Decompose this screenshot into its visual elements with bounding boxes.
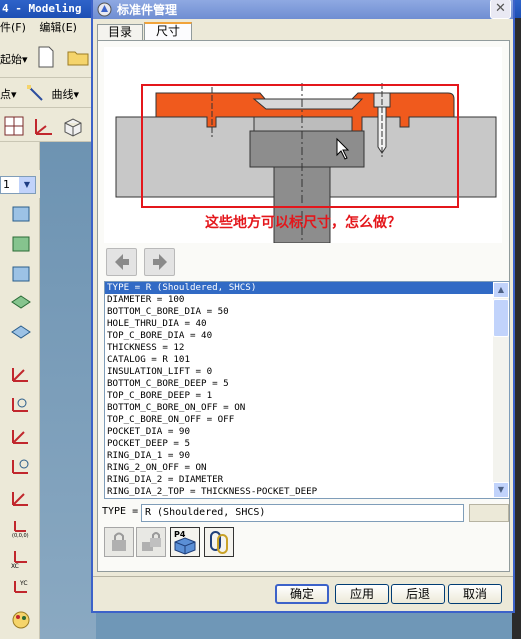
close-icon: ✕ [495,1,506,16]
layer-combo-value: 1 [3,178,10,191]
list-item[interactable]: RING_DIA_2_TOP = THICKNESS-POCKET_DEEP [105,486,493,498]
part-p4-button[interactable]: P4 [170,527,200,557]
wcs-yc-icon[interactable]: YC [10,578,32,598]
list-item[interactable]: TOP_C_BORE_DEEP = 1 [105,390,493,402]
new-file-icon[interactable] [37,46,55,68]
chevron-down-icon: ▼ [497,485,505,494]
ok-button[interactable]: 确定 [275,584,329,604]
app-left-toolbar: (0,0,0) XC YC [0,142,40,639]
wcs-origin-icon[interactable] [10,364,32,384]
list-item[interactable]: THICKNESS = 12 [105,342,493,354]
list-item[interactable]: RING_DIA_2 = DIAMETER [105,474,493,486]
palette-icon[interactable] [10,610,32,630]
list-item[interactable]: BOTTOM_C_BORE_ON_OFF = ON [105,402,493,414]
svg-text:YC: YC [19,580,28,587]
previous-view-button[interactable] [106,248,137,276]
wcs-orient-icon[interactable] [10,456,32,476]
app-toolbar-standard: 起始▾ [0,38,96,78]
tab-panel-size: 这些地方可以标尺寸，怎么做？ TYPE = R (Shouldered, SHC… [97,40,510,572]
part-diagram: 这些地方可以标尺寸，怎么做？ [104,47,502,244]
wcs-icon[interactable] [32,116,56,138]
list-item[interactable]: TOP_C_BORE_ON_OFF = OFF [105,414,493,426]
list-item[interactable]: DIAMETER = 100 [105,294,493,306]
lock-all-button[interactable] [136,527,166,557]
list-item[interactable]: HOLE_THRU_DIA = 40 [105,318,493,330]
lock-button[interactable] [104,527,134,557]
tab-catalog[interactable]: 目录 [97,24,143,41]
lock-icon [112,532,126,551]
wcs-dynamics-icon[interactable] [10,394,32,414]
layers-icon[interactable] [10,264,32,284]
layer-combo[interactable]: 1 ▼ [0,176,36,194]
wcs-axis-icon[interactable] [10,488,32,508]
app-toolbar-curve: 点▾ 曲线▾ [0,78,96,108]
layers-icon[interactable] [10,294,32,314]
svg-text:(0,0,0): (0,0,0) [12,533,29,538]
list-item[interactable]: POCKET_DEEP = 5 [105,438,493,450]
tab-size[interactable]: 尺寸 [144,22,192,41]
scroll-down-button[interactable]: ▼ [493,482,509,498]
wcs-origin-coords-icon[interactable]: (0,0,0) [10,518,32,538]
app-toolbar-view [0,108,96,142]
scroll-up-button[interactable]: ▲ [493,282,509,298]
list-item[interactable]: BOTTOM_C_BORE_DEEP = 5 [105,378,493,390]
dialog-title-bar[interactable]: 标准件管理 ✕ [93,0,513,19]
list-item[interactable]: BOTTOM_C_BORE_DIA = 50 [105,306,493,318]
parameter-list[interactable]: TYPE = R (Shouldered, SHCS) DIAMETER = 10… [104,281,510,499]
point-label: 点 [0,88,11,101]
line-icon[interactable] [26,84,44,102]
list-item[interactable]: RING_2_ON_OFF = ON [105,462,493,474]
start-menu-button[interactable]: 起始▾ [0,51,28,67]
parameter-field-label: TYPE = [102,506,139,517]
start-label: 起始 [0,53,22,66]
dialog-button-bar: 确定 应用 后退 取消 [93,576,513,611]
nx-app-icon [97,2,112,17]
point-menu-button[interactable]: 点▾ [0,86,17,102]
cancel-button[interactable]: 取消 [448,584,502,604]
wcs-rotate-icon[interactable] [10,426,32,446]
layers-icon[interactable] [10,324,32,344]
lock-icon [142,532,161,551]
layers-icon[interactable] [10,234,32,254]
open-folder-icon[interactable] [67,48,89,66]
arrow-right-icon [153,254,167,270]
list-item[interactable]: INSULATION_LIFT = 0 [105,366,493,378]
curve-label: 曲线 [51,88,74,101]
standard-part-dialog: 标准件管理 ✕ 目录 尺寸 这些地方可以标尺寸，怎么做？ TYPE = R (S… [91,0,515,613]
next-view-button[interactable] [144,248,175,276]
p4-label: P4 [174,530,186,539]
list-item[interactable]: TOP_C_BORE_DIA = 40 [105,330,493,342]
dialog-title: 标准件管理 [117,3,178,17]
apply-button[interactable]: 应用 [335,584,389,604]
menu-file[interactable]: 件(F) [0,21,26,34]
grid-icon[interactable] [4,116,24,136]
graphics-window[interactable] [40,142,96,639]
list-item[interactable]: POCKET_DIA = 90 [105,426,493,438]
link-button[interactable] [204,527,234,557]
parameter-extra-field [469,504,509,522]
list-item[interactable]: CATALOG = R 101 [105,354,493,366]
parameter-list-scrollbar[interactable]: ▲ ▼ [493,282,509,498]
chevron-up-icon: ▲ [497,285,505,294]
link-icon [210,531,228,554]
menu-edit[interactable]: 编辑(E) [39,21,77,34]
back-button[interactable]: 后退 [391,584,445,604]
curve-menu-button[interactable]: 曲线▾ [52,86,80,102]
part-p4-icon: P4 [174,530,196,555]
list-item[interactable]: TYPE = R (Shouldered, SHCS) [105,282,493,294]
arrow-left-icon [115,254,129,270]
scroll-thumb[interactable] [493,299,509,337]
chevron-down-icon[interactable]: ▼ [19,177,35,193]
annotation-text: 这些地方可以标尺寸，怎么做？ [205,215,401,231]
cube-icon[interactable] [62,116,84,138]
list-item[interactable]: RING_DIA_1 = 90 [105,450,493,462]
svg-text:XC: XC [11,563,19,568]
close-button[interactable]: ✕ [490,0,511,19]
parameter-list-items: TYPE = R (Shouldered, SHCS) DIAMETER = 10… [105,282,493,498]
app-menu-bar: 件(F) 编辑(E) [0,18,96,38]
parameter-value-field[interactable]: R (Shouldered, SHCS) [141,504,464,522]
wcs-xc-icon[interactable]: XC [10,548,32,568]
layers-icon[interactable] [10,204,32,224]
